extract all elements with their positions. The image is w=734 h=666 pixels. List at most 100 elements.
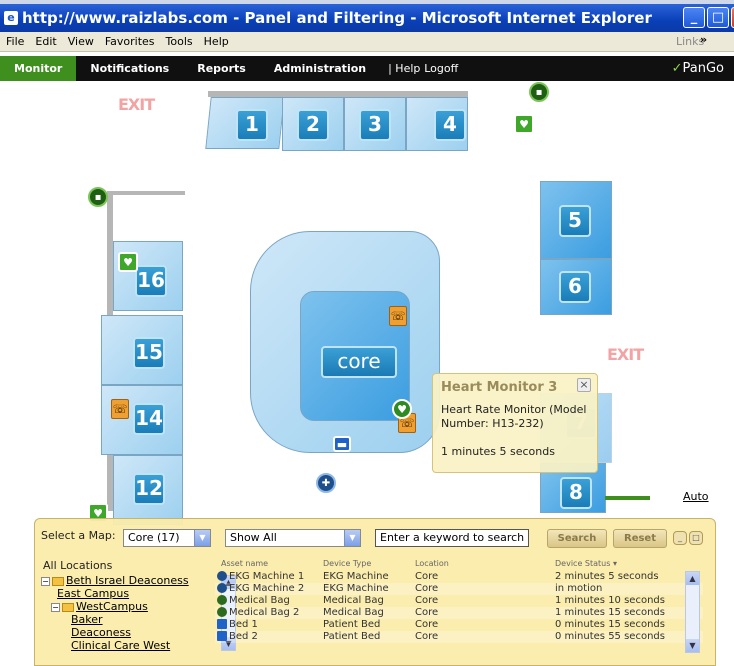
- ekg-icon: [217, 571, 227, 581]
- chevron-down-icon[interactable]: ▼: [344, 530, 360, 546]
- location: Core: [415, 607, 439, 618]
- filter-select[interactable]: Show All ▼: [225, 529, 361, 547]
- chevron-down-icon[interactable]: ▼: [194, 530, 210, 546]
- col-asset-name[interactable]: Asset name: [221, 559, 268, 568]
- room-14-label[interactable]: 14: [133, 403, 165, 435]
- menu-help[interactable]: Help: [204, 35, 229, 48]
- popup-description: Heart Rate Monitor (Model Number: H13-23…: [441, 403, 587, 430]
- map-select-value: Core (17): [128, 531, 180, 544]
- table-row[interactable]: EKG Machine 2 EKG Machine Core in motion: [215, 583, 703, 595]
- device-status: 1 minutes 10 seconds: [555, 595, 665, 606]
- heart-monitor-marker-icon[interactable]: ♥: [118, 252, 138, 272]
- tree-item-label[interactable]: Beth Israel Deaconess: [66, 574, 189, 587]
- scroll-down-icon[interactable]: ▼: [686, 639, 699, 652]
- device-status: in motion: [555, 583, 603, 594]
- table-row[interactable]: EKG Machine 1 EKG Machine Core 2 minutes…: [215, 571, 703, 583]
- room-8-label[interactable]: 8: [560, 477, 592, 509]
- heart-monitor-selected-icon[interactable]: ♥: [392, 399, 412, 419]
- links-chevron-icon[interactable]: »: [700, 33, 707, 46]
- tree-item[interactable]: − Beth Israel Deaconess: [41, 574, 213, 587]
- core-label[interactable]: core: [321, 346, 397, 378]
- menu-view[interactable]: View: [68, 35, 94, 48]
- medical-bag-icon: [217, 595, 227, 605]
- nav-logoff[interactable]: Logoff: [424, 62, 458, 75]
- scroll-up-icon[interactable]: ▲: [686, 572, 699, 585]
- tree-item[interactable]: Clinical Care West: [41, 639, 213, 652]
- location-tree: − Beth Israel Deaconess East Campus − West…: [41, 574, 213, 652]
- menu-file[interactable]: File: [6, 35, 24, 48]
- heart-monitor-marker-icon[interactable]: ♥: [514, 114, 534, 134]
- location: Core: [415, 571, 439, 582]
- room-16-label[interactable]: 16: [135, 265, 167, 297]
- asset-name: Bed 1: [229, 619, 258, 630]
- menu-tools[interactable]: Tools: [166, 35, 193, 48]
- device-type: Medical Bag: [323, 595, 384, 606]
- collapse-icon[interactable]: −: [41, 576, 50, 586]
- reset-button[interactable]: Reset: [613, 529, 667, 548]
- search-button[interactable]: Search: [547, 529, 607, 548]
- nav-reports[interactable]: Reports: [183, 56, 260, 81]
- tree-item[interactable]: Deaconess: [41, 626, 213, 639]
- map-select[interactable]: Core (17) ▼: [123, 529, 211, 547]
- title-bar: e http://www.raizlabs.com - Panel and Fi…: [0, 4, 734, 32]
- nav-administration[interactable]: Administration: [260, 56, 380, 81]
- room-15-label[interactable]: 15: [133, 337, 165, 369]
- asset-name: Bed 2: [229, 631, 258, 642]
- search-input[interactable]: Enter a keyword to search: [375, 529, 529, 547]
- room-12-label[interactable]: 12: [133, 473, 165, 505]
- tree-item-label[interactable]: East Campus: [57, 587, 129, 600]
- tree-item-label[interactable]: Clinical Care West: [71, 639, 170, 652]
- device-type: Patient Bed: [323, 619, 381, 630]
- pango-logo: ✓PanGo: [672, 61, 724, 76]
- collapse-icon[interactable]: −: [51, 602, 60, 612]
- tree-item[interactable]: East Campus: [41, 587, 213, 600]
- wall: [107, 191, 185, 195]
- table-row[interactable]: Medical Bag Medical Bag Core 1 minutes 1…: [215, 595, 703, 607]
- ie-icon: e: [4, 11, 18, 25]
- room-5-label[interactable]: 5: [559, 205, 591, 237]
- tree-item[interactable]: Baker: [41, 613, 213, 626]
- room-2-label[interactable]: 2: [297, 109, 329, 141]
- medical-bag-marker-icon[interactable]: ▪: [88, 187, 108, 207]
- menu-edit[interactable]: Edit: [35, 35, 56, 48]
- nav-notifications[interactable]: Notifications: [76, 56, 183, 81]
- room-6-label[interactable]: 6: [559, 271, 591, 303]
- phone-marker-icon[interactable]: ☏: [389, 306, 407, 326]
- col-device-type[interactable]: Device Type: [323, 559, 371, 568]
- minimize-button[interactable]: _: [683, 7, 705, 28]
- all-locations-label: All Locations: [43, 559, 113, 572]
- minimize-panel-icon[interactable]: _: [673, 531, 687, 545]
- nav-monitor[interactable]: Monitor: [0, 56, 77, 81]
- tree-item-label[interactable]: WestCampus: [76, 600, 148, 613]
- ekg-marker-icon[interactable]: ✚: [316, 473, 336, 493]
- nav-bar: Monitor Notifications Reports Administra…: [0, 56, 734, 81]
- popup-close-icon[interactable]: ×: [577, 378, 591, 392]
- device-status: 2 minutes 5 seconds: [555, 571, 659, 582]
- auto-link[interactable]: Auto: [683, 490, 709, 503]
- table-scrollbar[interactable]: ▲ ▼: [685, 571, 700, 653]
- phone-marker-icon[interactable]: ☏: [111, 399, 129, 419]
- room-4-label[interactable]: 4: [434, 109, 466, 141]
- device-popup: × Heart Monitor 3 Heart Rate Monitor (Mo…: [432, 373, 598, 473]
- device-type: EKG Machine: [323, 571, 389, 582]
- tree-item-label[interactable]: Deaconess: [71, 626, 131, 639]
- col-device-status[interactable]: Device Status ▾: [555, 559, 617, 568]
- window-title: http://www.raizlabs.com - Panel and Filt…: [22, 9, 652, 27]
- bed-icon: [217, 631, 227, 641]
- select-map-label: Select a Map:: [41, 529, 116, 542]
- table-row[interactable]: Bed 1 Patient Bed Core 0 minutes 15 seco…: [215, 619, 703, 631]
- table-row[interactable]: Medical Bag 2 Medical Bag Core 1 minutes…: [215, 607, 703, 619]
- exit-label-right: EXIT: [607, 345, 644, 364]
- table-row[interactable]: Bed 2 Patient Bed Core 0 minutes 55 seco…: [215, 631, 703, 643]
- room-1-label[interactable]: 1: [236, 109, 268, 141]
- restore-panel-icon[interactable]: □: [689, 531, 703, 545]
- maximize-button[interactable]: □: [707, 7, 729, 28]
- tree-item[interactable]: − WestCampus: [41, 600, 213, 613]
- menu-favorites[interactable]: Favorites: [105, 35, 155, 48]
- col-location[interactable]: Location: [415, 559, 449, 568]
- nav-help[interactable]: | Help: [388, 62, 420, 75]
- bed-marker-icon[interactable]: ▬: [333, 436, 351, 452]
- medical-bag-marker-icon[interactable]: ▪: [529, 82, 549, 102]
- room-3-label[interactable]: 3: [359, 109, 391, 141]
- tree-item-label[interactable]: Baker: [71, 613, 103, 626]
